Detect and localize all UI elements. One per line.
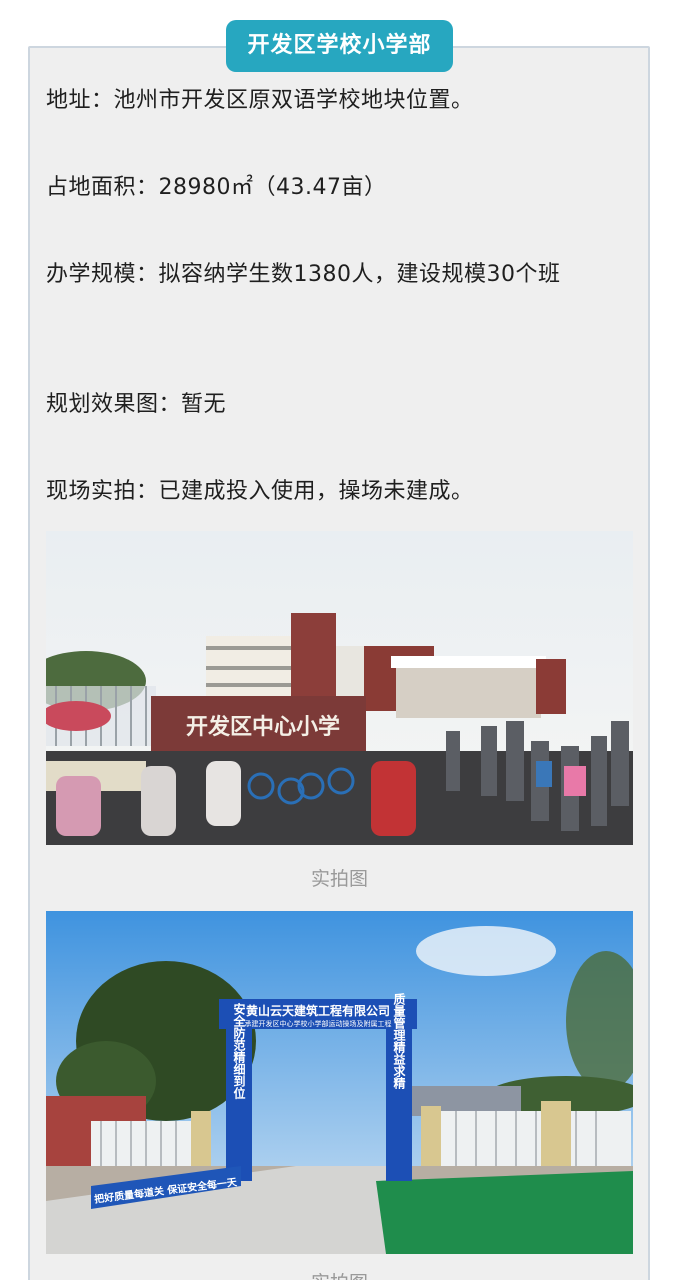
- rendering-text: 规划效果图：暂无: [46, 392, 227, 417]
- school-gate-photo[interactable]: 开发区中心小学: [46, 531, 633, 845]
- arch-title-text: 黄山云天建筑工程有限公司: [246, 1003, 390, 1018]
- school-gate-image: 开发区中心小学: [46, 531, 633, 845]
- photo-caption-2: 实拍图: [46, 1268, 633, 1280]
- article-page: 开发区学校小学部 地址：池州市开发区原双语学校地块位置。 占地面积：28980㎡…: [0, 0, 679, 1280]
- arch-subtitle-text: 承建开发区中心学校小学部运动操场及附属工程: [245, 1019, 392, 1028]
- area-text: 占地面积：28980㎡（43.47亩）: [46, 175, 387, 200]
- school-sign-text: 开发区中心小学: [186, 714, 340, 740]
- left-pillar-text: 安全防范精细到位: [232, 1002, 246, 1100]
- right-pillar-text: 质量管理精益求精: [392, 992, 406, 1090]
- photo-caption-1: 实拍图: [310, 868, 368, 890]
- site-photo-text: 现场实拍：已建成投入使用，操场未建成。: [46, 479, 474, 504]
- construction-arch-image: 黄山云天建筑工程有限公司 承建开发区中心学校小学部运动操场及附属工程 安全防范精…: [46, 911, 633, 1254]
- address-text: 地址：池州市开发区原双语学校地块位置。: [46, 88, 474, 113]
- scale-text: 办学规模：拟容纳学生数1380人，建设规模30个班: [46, 262, 561, 287]
- construction-arch-photo[interactable]: 黄山云天建筑工程有限公司 承建开发区中心学校小学部运动操场及附属工程 安全防范精…: [46, 911, 633, 1254]
- section-title-badge: 开发区学校小学部: [226, 20, 453, 72]
